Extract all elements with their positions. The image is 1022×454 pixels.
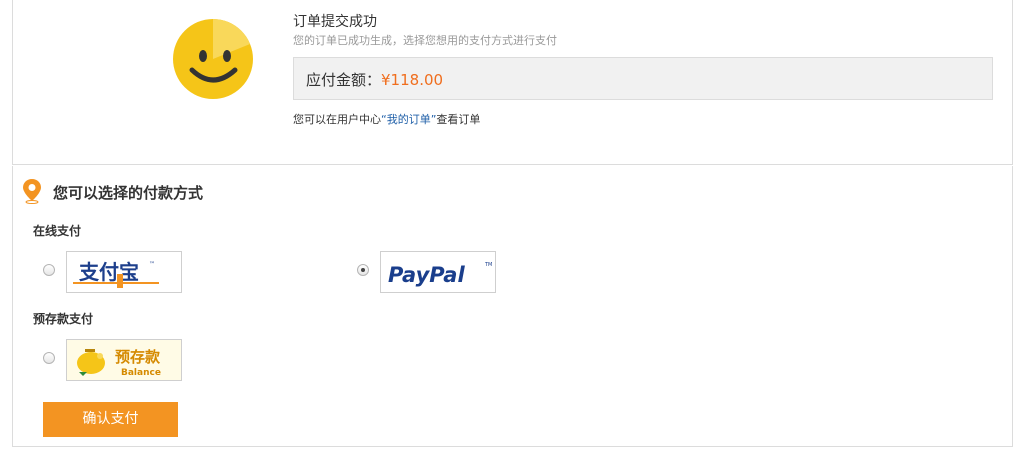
balance-logo-subtext: Balance [121,368,161,378]
order-success-subtitle: 您的订单已成功生成，选择您想用的支付方式进行支付 [293,34,557,47]
balance-logo-card[interactable]: 预存款 Balance [66,339,182,381]
paypal-radio[interactable] [357,264,369,276]
svg-text:™: ™ [149,261,155,268]
balance-logo-icon: 预存款 Balance [77,348,161,378]
alipay-radio[interactable] [43,264,55,276]
amount-bar: 应付金额：¥118.00 [293,57,993,100]
prepaid-payment-label: 预存款支付 [33,312,94,326]
amount-line: 应付金额：¥118.00 [306,69,443,90]
alipay-logo-text: 支付宝 [79,260,139,284]
alipay-logo-card[interactable]: 支付宝 ™ [66,251,182,293]
my-orders-hint: 您可以在用户中心“我的订单”查看订单 [293,111,480,127]
svg-text:TM: TM [484,262,492,268]
balance-radio[interactable] [43,352,55,364]
my-orders-link[interactable]: “我的订单” [381,113,436,126]
online-payment-label: 在线支付 [33,224,82,238]
balance-logo-text: 预存款 [115,348,161,366]
amount-value: ¥118.00 [381,71,444,89]
paypal-logo-text: PayPal [388,263,465,287]
alipay-logo-icon: 支付宝 ™ [73,260,159,288]
amount-label: 应付金额： [306,71,382,89]
payment-section-title: 您可以选择的付款方式 [53,184,204,202]
hint-suffix: 查看订单 [436,113,481,126]
order-success-title: 订单提交成功 [293,14,377,30]
location-pin-icon [23,179,41,204]
hint-prefix: 您可以在用户中心 [293,113,381,126]
paypal-logo-icon: PayPal TM [388,262,492,287]
paypal-logo-card[interactable]: PayPal TM [380,251,496,293]
smiley-icon [173,19,253,99]
confirm-payment-button[interactable]: 确认支付 [43,402,178,437]
